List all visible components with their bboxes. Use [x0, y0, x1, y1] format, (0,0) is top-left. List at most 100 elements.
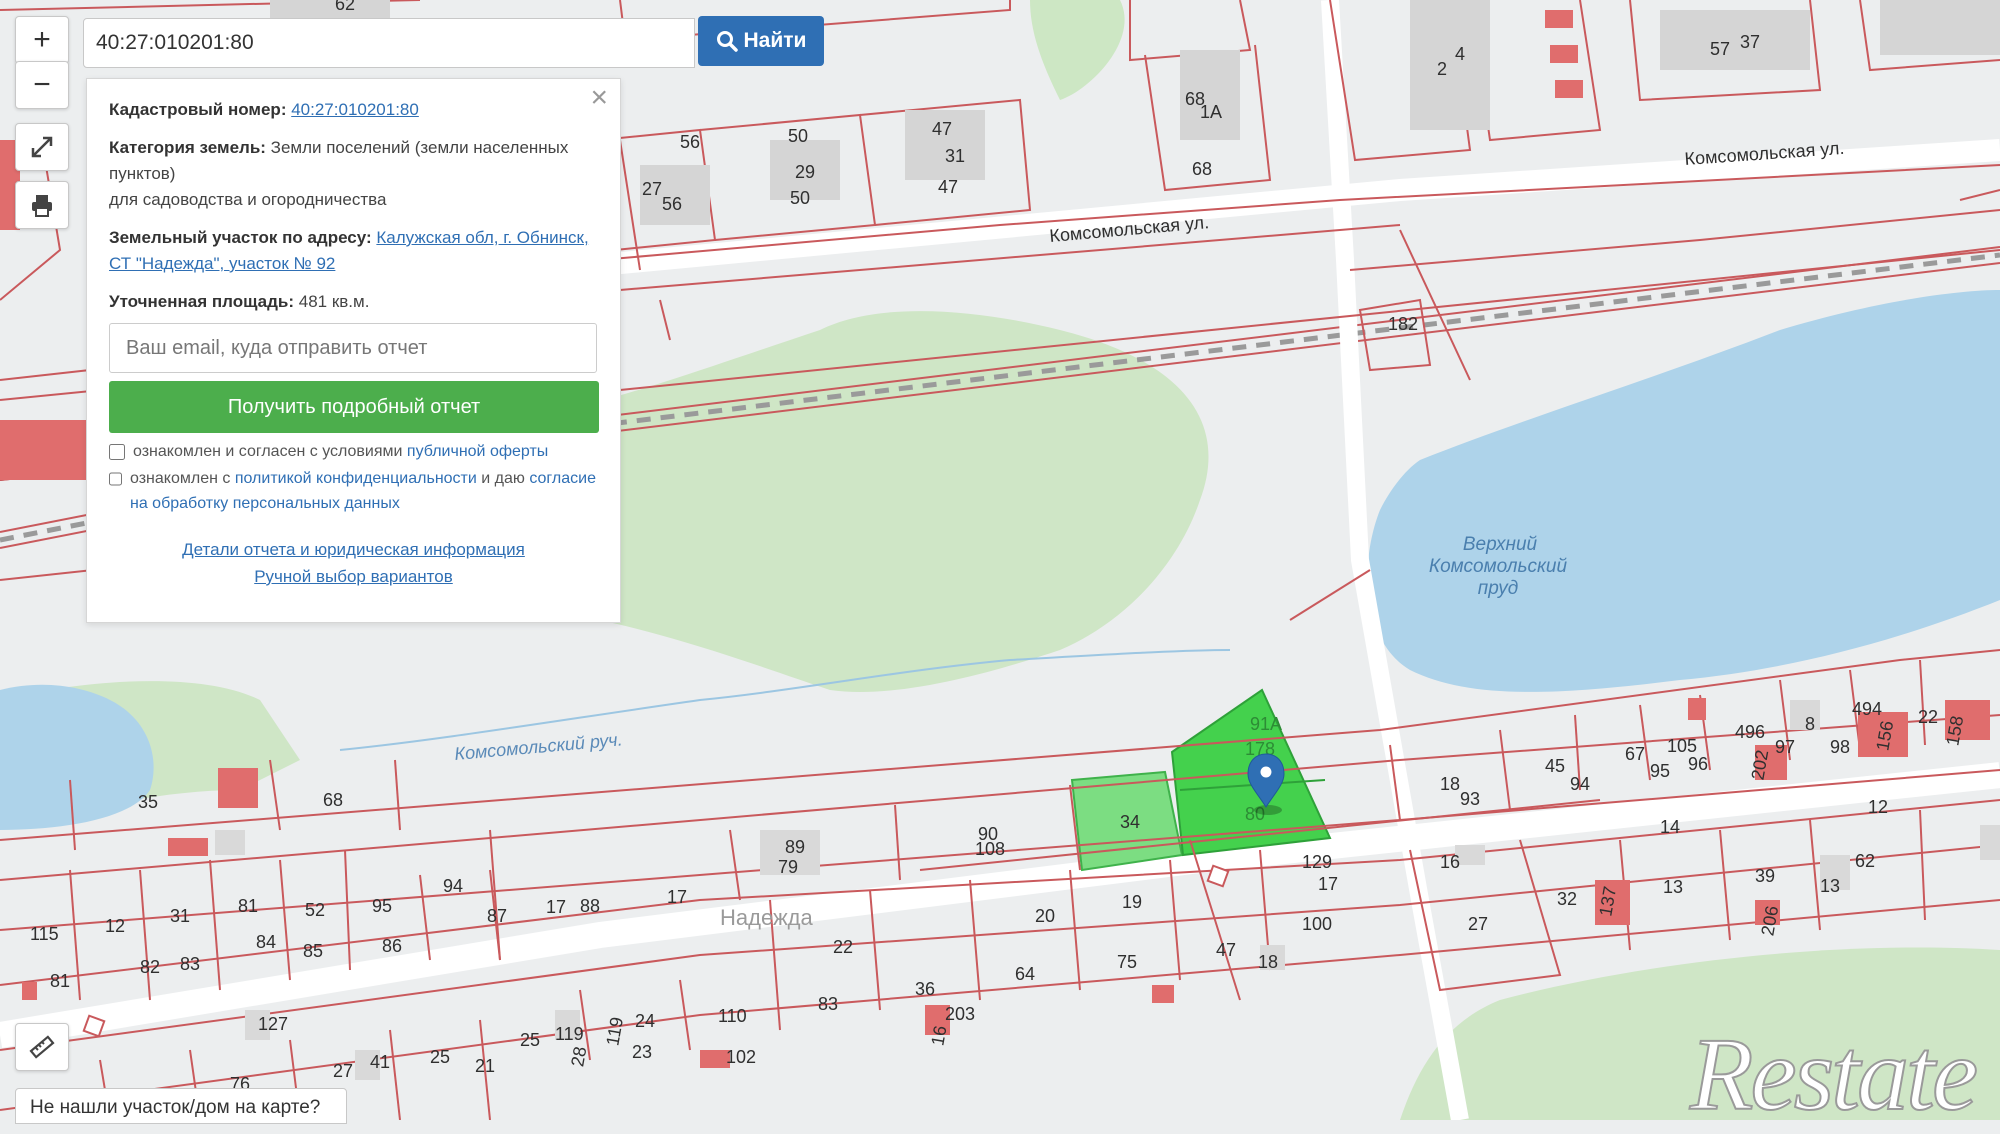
svg-text:110: 110 — [718, 1006, 747, 1026]
zoom-in-button[interactable]: + — [15, 16, 69, 64]
svg-text:16: 16 — [927, 1024, 950, 1047]
address-row: Земельный участок по адресу: Калужская о… — [109, 225, 598, 277]
svg-text:37: 37 — [1740, 32, 1760, 52]
svg-text:50: 50 — [788, 126, 808, 146]
restate-logo: Restate — [1689, 1016, 1979, 1133]
svg-text:14: 14 — [1660, 817, 1680, 837]
privacy-checkbox[interactable] — [109, 471, 122, 487]
svg-text:85: 85 — [303, 941, 323, 961]
email-field[interactable] — [109, 323, 597, 373]
not-found-button[interactable]: Не нашли участок/дом на карте? — [15, 1088, 347, 1124]
svg-text:29: 29 — [795, 162, 815, 182]
svg-text:57: 57 — [1710, 39, 1730, 59]
svg-text:25: 25 — [520, 1030, 540, 1050]
svg-text:17: 17 — [1318, 874, 1338, 894]
svg-text:82: 82 — [140, 957, 160, 977]
print-icon — [32, 195, 52, 217]
svg-text:2: 2 — [1437, 59, 1447, 79]
svg-text:22: 22 — [1918, 707, 1938, 727]
svg-text:91А: 91А — [1250, 714, 1282, 734]
svg-text:105: 105 — [1667, 736, 1697, 756]
privacy-text: ознакомлен с — [130, 470, 231, 487]
svg-text:75: 75 — [1117, 952, 1137, 972]
close-icon[interactable]: × — [590, 83, 608, 113]
report-details-link[interactable]: Детали отчета и юридическая информация — [182, 540, 525, 559]
svg-text:13: 13 — [1663, 877, 1683, 897]
svg-text:20: 20 — [1035, 906, 1055, 926]
zoom-out-button[interactable]: − — [15, 61, 69, 109]
svg-text:12: 12 — [105, 916, 125, 936]
svg-text:28: 28 — [567, 1045, 590, 1068]
ruler-icon — [29, 1035, 55, 1059]
svg-text:129: 129 — [1302, 852, 1332, 872]
svg-text:31: 31 — [945, 146, 965, 166]
svg-text:86: 86 — [382, 936, 402, 956]
svg-text:94: 94 — [1570, 774, 1590, 794]
svg-text:64: 64 — [1015, 964, 1035, 984]
find-button-label: Найти — [743, 29, 807, 52]
svg-text:95: 95 — [1650, 761, 1670, 781]
svg-text:47: 47 — [932, 119, 952, 139]
address-label: Земельный участок по адресу: — [109, 228, 372, 247]
svg-text:127: 127 — [258, 1014, 288, 1034]
svg-text:62: 62 — [1855, 851, 1875, 871]
svg-text:47: 47 — [938, 177, 958, 197]
privacy-policy-link[interactable]: политикой конфиденциальности — [235, 470, 477, 487]
svg-text:8: 8 — [1805, 714, 1815, 734]
svg-text:27: 27 — [333, 1061, 353, 1081]
svg-text:68: 68 — [323, 790, 343, 810]
svg-text:81: 81 — [50, 971, 70, 991]
manual-selection-link[interactable]: Ручной выбор вариантов — [254, 567, 453, 586]
fullscreen-icon — [31, 136, 53, 158]
svg-text:79: 79 — [778, 857, 798, 877]
cadastral-label: Кадастровый номер: — [109, 100, 287, 119]
svg-text:182: 182 — [1388, 314, 1418, 334]
area-label: Уточненная площадь: — [109, 292, 294, 311]
find-button[interactable]: Найти — [698, 16, 824, 66]
svg-text:31: 31 — [170, 906, 190, 926]
pond-label: пруд — [1478, 578, 1518, 599]
public-offer-link[interactable]: публичной оферты — [407, 443, 548, 460]
svg-text:98: 98 — [1830, 737, 1850, 757]
fullscreen-button[interactable] — [15, 123, 69, 171]
svg-text:102: 102 — [726, 1047, 756, 1067]
offer-agreement-row: ознакомлен и согласен с условиями публич… — [109, 439, 598, 464]
svg-text:47: 47 — [1216, 940, 1236, 960]
ruler-button[interactable] — [15, 1023, 69, 1071]
svg-text:13: 13 — [1820, 876, 1840, 896]
print-button[interactable] — [15, 181, 69, 229]
offer-text: ознакомлен и согласен с условиями — [133, 443, 403, 460]
svg-text:203: 203 — [945, 1004, 975, 1024]
svg-text:17: 17 — [546, 897, 566, 917]
get-report-button[interactable]: Получить подробный отчет — [109, 381, 599, 433]
svg-text:81: 81 — [238, 896, 258, 916]
svg-text:23: 23 — [632, 1042, 652, 1062]
svg-text:27: 27 — [1468, 914, 1488, 934]
offer-checkbox[interactable] — [109, 444, 125, 460]
svg-text:35: 35 — [138, 792, 158, 812]
svg-text:115: 115 — [30, 924, 59, 944]
svg-text:27: 27 — [642, 179, 662, 199]
svg-text:96: 96 — [1688, 754, 1708, 774]
svg-text:34: 34 — [1120, 812, 1140, 832]
svg-text:39: 39 — [1755, 866, 1775, 886]
cadastral-number-row: Кадастровый номер: 40:27:010201:80 — [109, 97, 598, 123]
svg-text:50: 50 — [790, 188, 810, 208]
svg-text:21: 21 — [475, 1056, 495, 1076]
svg-text:18: 18 — [1440, 774, 1460, 794]
category-label: Категория земель: — [109, 138, 266, 157]
search-input[interactable] — [83, 18, 695, 68]
svg-text:56: 56 — [680, 132, 700, 152]
cadastral-number-link[interactable]: 40:27:010201:80 — [291, 100, 419, 119]
svg-text:25: 25 — [430, 1047, 450, 1067]
svg-text:22: 22 — [833, 937, 853, 957]
svg-text:68: 68 — [1192, 159, 1212, 179]
privacy-agreement-row: ознакомлен с политикой конфиденциальност… — [109, 466, 598, 516]
svg-text:83: 83 — [180, 954, 200, 974]
svg-text:32: 32 — [1557, 889, 1577, 909]
svg-text:56: 56 — [662, 194, 682, 214]
svg-text:100: 100 — [1302, 914, 1332, 934]
svg-text:67: 67 — [1625, 744, 1645, 764]
svg-text:18: 18 — [1258, 952, 1278, 972]
parcel-info-popup: × Кадастровый номер: 40:27:010201:80 Кат… — [86, 78, 621, 623]
